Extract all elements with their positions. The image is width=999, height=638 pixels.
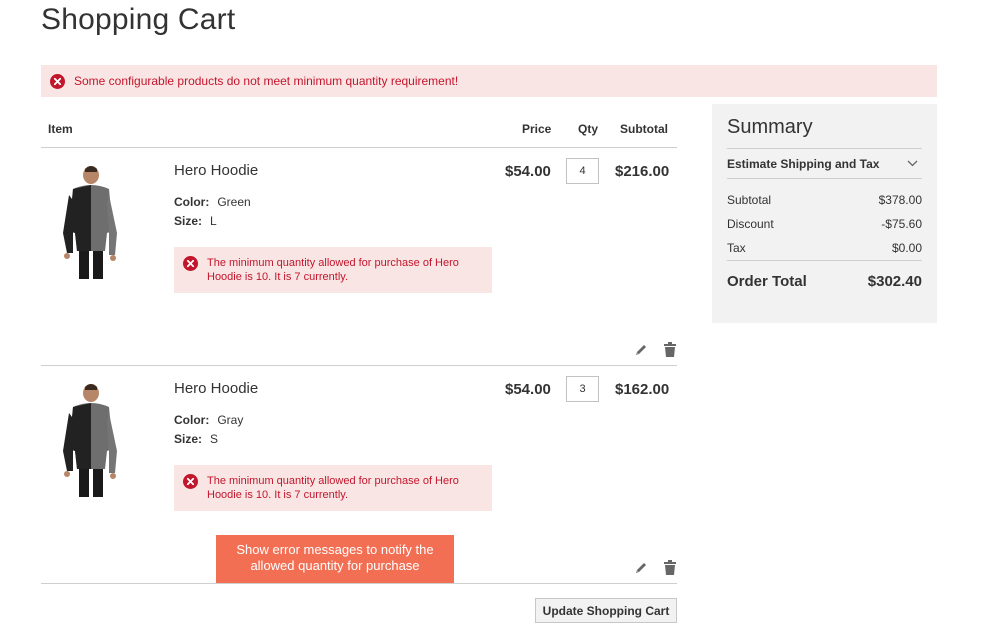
discount-label: Discount bbox=[727, 217, 774, 231]
error-icon bbox=[50, 73, 65, 89]
error-icon bbox=[183, 474, 198, 489]
summary-title: Summary bbox=[727, 116, 813, 138]
item-subtotal: $216.00 bbox=[615, 163, 670, 180]
error-icon bbox=[183, 256, 198, 271]
cart-table: Item Price Qty Subtotal Hero Hoodie Colo… bbox=[41, 110, 677, 584]
size-label: Size: bbox=[174, 214, 203, 228]
header-item: Item bbox=[48, 122, 73, 136]
summary-order-total: Order Total $302.40 bbox=[727, 260, 922, 290]
item-error-text: The minimum quantity allowed for purchas… bbox=[207, 257, 459, 283]
pencil-icon[interactable] bbox=[634, 343, 648, 357]
size-label: Size: bbox=[174, 432, 203, 446]
discount-value: -$75.60 bbox=[881, 217, 922, 231]
tax-value: $0.00 bbox=[891, 241, 922, 255]
product-name-link[interactable]: Hero Hoodie bbox=[174, 162, 258, 179]
order-total-value: $302.40 bbox=[867, 273, 922, 290]
item-price: $54.00 bbox=[505, 381, 551, 398]
product-color: Color: Gray bbox=[174, 413, 243, 427]
summary-discount: Discount -$75.60 bbox=[727, 217, 922, 231]
qty-input[interactable] bbox=[566, 376, 599, 402]
product-image[interactable] bbox=[59, 163, 123, 281]
trash-icon[interactable] bbox=[664, 342, 676, 357]
item-error-text: The minimum quantity allowed for purchas… bbox=[207, 475, 459, 501]
product-image[interactable] bbox=[59, 381, 123, 499]
tax-label: Tax bbox=[727, 241, 746, 255]
product-size: Size: L bbox=[174, 214, 217, 228]
product-name-link[interactable]: Hero Hoodie bbox=[174, 380, 258, 397]
color-label: Color: bbox=[174, 195, 210, 209]
header-subtotal: Subtotal bbox=[620, 122, 668, 136]
subtotal-label: Subtotal bbox=[727, 193, 772, 207]
item-subtotal: $162.00 bbox=[615, 381, 670, 398]
size-value: S bbox=[210, 432, 219, 446]
order-summary: Summary Estimate Shipping and Tax Subtot… bbox=[712, 104, 937, 323]
global-error-text: Some configurable products do not meet m… bbox=[74, 74, 459, 88]
header-price: Price bbox=[522, 122, 552, 136]
annotation-callout: Show error messages to notify the allowe… bbox=[216, 535, 454, 583]
summary-subtotal: Subtotal $378.00 bbox=[727, 193, 922, 207]
color-label: Color: bbox=[174, 413, 210, 427]
item-error-message: The minimum quantity allowed for purchas… bbox=[174, 465, 492, 511]
trash-icon[interactable] bbox=[664, 560, 676, 575]
summary-tax: Tax $0.00 bbox=[727, 241, 922, 255]
product-color: Color: Green bbox=[174, 195, 251, 209]
color-value: Green bbox=[217, 195, 251, 209]
page-title: Shopping Cart bbox=[41, 3, 236, 36]
item-error-message: The minimum quantity allowed for purchas… bbox=[174, 247, 492, 293]
chevron-down-icon bbox=[907, 160, 918, 167]
qty-input[interactable] bbox=[566, 158, 599, 184]
color-value: Gray bbox=[217, 413, 244, 427]
cart-item-row: Hero Hoodie Color: Green Size: L The minim… bbox=[41, 148, 677, 366]
update-shopping-cart-button[interactable]: Update Shopping Cart bbox=[535, 598, 677, 623]
pencil-icon[interactable] bbox=[634, 561, 648, 575]
product-size: Size: S bbox=[174, 432, 218, 446]
global-error-message: Some configurable products do not meet m… bbox=[41, 65, 937, 97]
estimate-shipping-label: Estimate Shipping and Tax bbox=[727, 156, 880, 171]
table-header: Item Price Qty Subtotal bbox=[41, 110, 677, 148]
subtotal-value: $378.00 bbox=[878, 193, 922, 207]
header-qty: Qty bbox=[578, 122, 599, 136]
item-price: $54.00 bbox=[505, 163, 551, 180]
estimate-shipping-toggle[interactable]: Estimate Shipping and Tax bbox=[727, 148, 922, 179]
size-value: L bbox=[210, 214, 217, 228]
order-total-label: Order Total bbox=[727, 273, 807, 290]
